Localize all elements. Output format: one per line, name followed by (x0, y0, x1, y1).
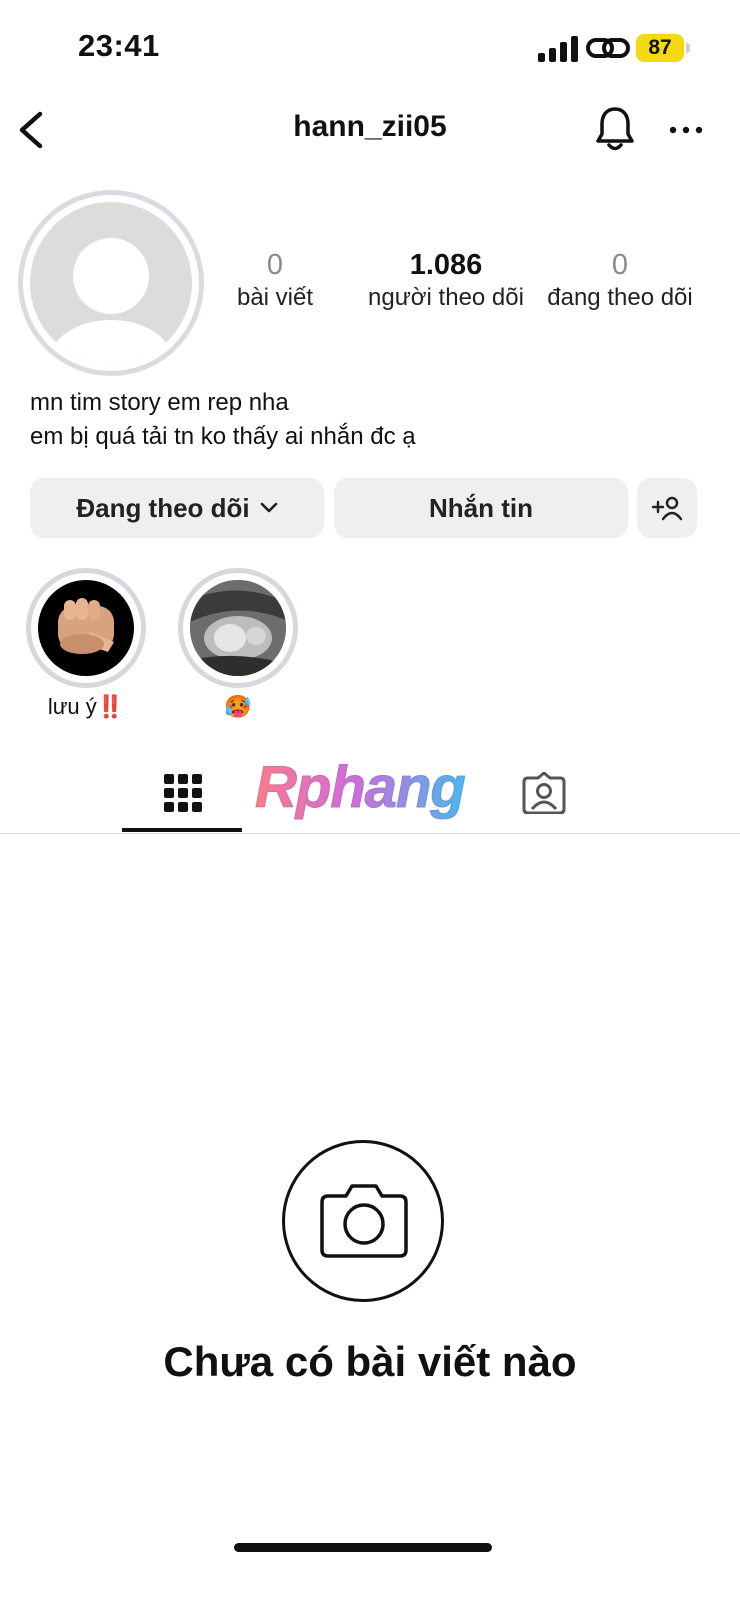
following-button-label: Đang theo dõi (76, 492, 250, 523)
stat-following[interactable]: 0 đang theo dõi (538, 248, 702, 314)
username-text: hann_zii05 (293, 110, 447, 143)
stat-posts-value: 0 (266, 249, 284, 281)
bio-line: mn tim story em rep nha (30, 389, 289, 416)
highlight-cover-motorbike-dashboard (190, 580, 286, 676)
highlight-item[interactable] (178, 568, 298, 688)
stat-following-value: 0 (611, 249, 629, 281)
add-person-icon (651, 496, 683, 521)
highlight-ring (178, 568, 298, 688)
highlight-cover-pointing-hand (38, 580, 134, 676)
profile-bio: mn tim story em rep nha em bị quá tải tn… (30, 386, 416, 454)
tagged-person-icon[interactable] (522, 772, 566, 814)
battery-icon: 87 (636, 34, 690, 62)
highlight-label: 🥵 (224, 694, 252, 719)
active-tab-indicator (122, 828, 242, 832)
bio-line: em bị quá tải tn ko thấy ai nhắn đc ạ (30, 423, 416, 450)
link-icon (586, 38, 630, 58)
more-horizontal-icon[interactable] (668, 120, 704, 140)
battery-level: 87 (636, 34, 684, 62)
empty-state-title: Chưa có bài viết nào (163, 1338, 577, 1385)
bell-icon[interactable] (594, 104, 636, 154)
stat-following-label: đang theo dõi (547, 284, 693, 311)
chevron-down-icon (260, 502, 277, 513)
highlight-label: lưu ý‼️ (47, 694, 125, 719)
signal-icon (538, 36, 578, 62)
highlight-ring (26, 568, 146, 688)
stat-posts-label: bài viết (236, 284, 314, 311)
camera-icon (320, 1184, 408, 1258)
avatar[interactable] (30, 202, 192, 364)
message-button-label: Nhắn tin (429, 492, 533, 523)
empty-state-title-wrap: Chưa có bài viết nào (0, 1338, 740, 1386)
highlight-item[interactable] (26, 568, 146, 688)
stat-posts: 0 bài viết (225, 248, 325, 314)
following-button[interactable]: Đang theo dõi (30, 478, 324, 538)
home-indicator[interactable] (234, 1543, 492, 1552)
message-button[interactable]: Nhắn tin (334, 478, 628, 538)
stat-followers-value: 1.086 (409, 249, 483, 281)
stat-followers-label: người theo dõi (368, 284, 524, 311)
status-time: 23:41 (78, 28, 160, 63)
suggest-people-button[interactable] (637, 478, 697, 538)
stat-followers[interactable]: 1.086 người theo dõi (360, 248, 532, 314)
tab-divider (0, 833, 740, 834)
watermark-logo: Rphang (255, 755, 467, 821)
chevron-left-icon[interactable] (14, 108, 48, 152)
grid-icon[interactable] (164, 774, 202, 812)
